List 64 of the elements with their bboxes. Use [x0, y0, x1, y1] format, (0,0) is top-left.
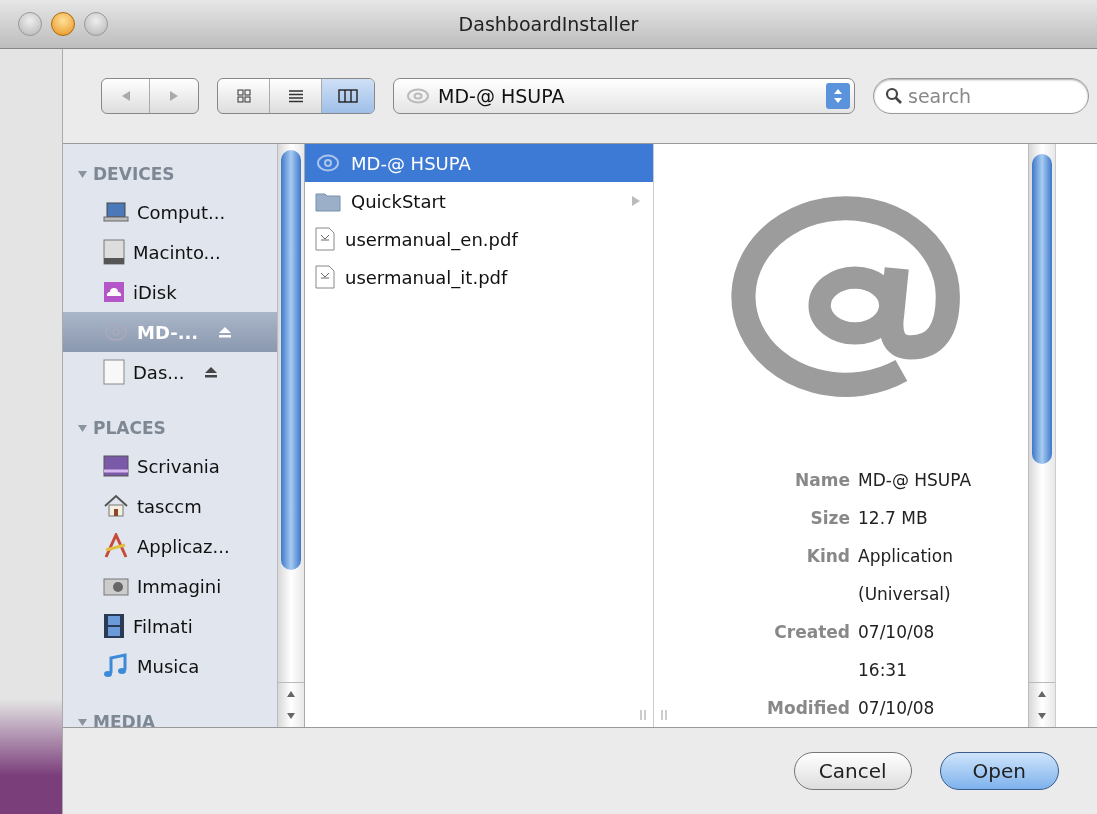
film-strip-icon — [103, 613, 125, 639]
camera-icon — [103, 575, 129, 597]
file-row[interactable]: usermanual_it.pdf — [305, 258, 653, 296]
close-button[interactable] — [18, 12, 42, 36]
sidebar-item[interactable]: Filmati — [63, 606, 277, 646]
info-value: 16:31 — [858, 660, 908, 680]
info-value: MD-@ HSUPA — [858, 470, 973, 490]
disclosure-triangle-icon — [77, 716, 88, 727]
info-label: Kind — [805, 546, 850, 566]
drive-icon — [103, 359, 125, 385]
file-row[interactable]: usermanual_en.pdf — [305, 220, 653, 258]
laptop-icon — [103, 201, 129, 223]
scroll-up-icon[interactable] — [1036, 689, 1048, 699]
file-row[interactable]: QuickStart — [305, 182, 653, 220]
eject-icon[interactable] — [204, 366, 219, 378]
scroll-up-icon[interactable] — [285, 689, 297, 699]
columns-icon — [338, 88, 358, 104]
info-label: Modified — [766, 698, 850, 718]
sidebar-item[interactable]: Musica — [63, 646, 277, 686]
house-icon — [103, 494, 129, 518]
sidebar-item[interactable]: Comput... — [63, 192, 277, 232]
right-triangle-icon — [631, 195, 641, 207]
sidebar-item[interactable]: iDisk — [63, 272, 277, 312]
scrollbar[interactable] — [1028, 144, 1056, 727]
sidebar-item[interactable]: Das... — [63, 352, 277, 392]
info-value: Application — [858, 546, 954, 566]
file-row[interactable]: MD-@ HSUPA — [305, 144, 653, 182]
music-note-icon — [103, 653, 129, 679]
location-popup[interactable]: MD-@ HSUPA — [393, 78, 855, 114]
open-button[interactable]: Open — [939, 752, 1059, 790]
document-icon — [315, 265, 335, 289]
cloud-drive-icon — [103, 281, 125, 303]
letter-a-icon — [103, 533, 129, 559]
scrollbar[interactable] — [277, 144, 304, 727]
grid-icon — [235, 88, 252, 104]
cancel-button[interactable]: Cancel — [793, 752, 912, 790]
window-title: DashboardInstaller — [458, 13, 639, 35]
folder-icon — [315, 190, 341, 212]
zoom-button[interactable] — [84, 12, 108, 36]
info-value: 12.7 MB — [858, 508, 929, 528]
search-icon — [885, 87, 903, 105]
minimize-button[interactable] — [51, 12, 75, 36]
sidebar-item[interactable]: tasccm — [63, 486, 277, 526]
info-label: Created — [773, 622, 850, 642]
view-mode-button[interactable] — [322, 79, 374, 113]
sidebar-item[interactable]: Scrivania — [63, 446, 277, 486]
sidebar-item[interactable]: Applicaz... — [63, 526, 277, 566]
sidebar-item[interactable]: Macinto... — [63, 232, 277, 272]
list-icon — [287, 88, 304, 104]
scroll-down-icon[interactable] — [1036, 711, 1048, 721]
info-label: Size — [809, 508, 850, 528]
info-value: 07/10/08 — [858, 698, 936, 718]
scroll-down-icon[interactable] — [285, 711, 297, 721]
sidebar-item[interactable]: Immagini — [63, 566, 277, 606]
hard-drive-icon — [103, 239, 125, 265]
info-value: 07/10/08 — [858, 622, 936, 642]
disclosure-triangle-icon — [77, 168, 88, 180]
disclosure-triangle-icon — [77, 422, 88, 434]
search-field[interactable]: search — [873, 78, 1089, 114]
document-icon — [315, 227, 335, 251]
info-value: (Universal) — [858, 584, 952, 604]
desktop-picture-icon — [103, 455, 129, 477]
info-label: Name — [794, 470, 850, 490]
stepper-icon — [826, 83, 850, 109]
